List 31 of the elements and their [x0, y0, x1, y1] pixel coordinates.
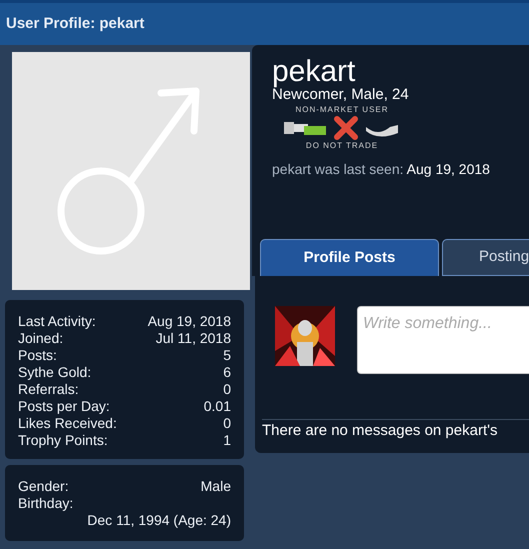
last-seen-text: pekart was last seen: Aug 19, 2018 [272, 160, 491, 179]
page-title: User Profile: pekart [6, 14, 144, 34]
badge-text: NON-MARKET USER [295, 105, 389, 115]
stat-value: 0.01 [204, 398, 231, 415]
stat-value: 0 [223, 415, 231, 432]
username: pekart [272, 57, 356, 87]
stat-value: Jul 11, 2018 [156, 330, 231, 347]
tab[interactable]: Profile Posts [260, 239, 439, 276]
stat-label: Joined: [18, 330, 64, 347]
stat-value: 0 [223, 381, 231, 398]
stat-value: 1 [223, 432, 231, 449]
stat-label: Posts per Day: [18, 398, 110, 415]
info-value: Dec 11, 1994 (Age: 24) [87, 512, 231, 529]
stat-label: Likes Received: [18, 415, 117, 432]
stat-label: Referrals: [18, 381, 79, 398]
info-label: Gender: [18, 478, 69, 495]
post-field[interactable]: Write something... [357, 306, 529, 374]
info-label: Birthday: [18, 495, 74, 512]
tab[interactable]: Posting [442, 239, 529, 276]
stat-label: Posts: [18, 347, 57, 364]
stat-label: Trophy Points: [18, 432, 108, 449]
stat-label: Sythe Gold: [18, 364, 92, 381]
cross-icon [334, 116, 358, 140]
stat-value: Aug 19, 2018 [148, 313, 231, 330]
user-title: Newcomer, Male, 24 [272, 87, 410, 103]
stat-label: Last Activity: [18, 313, 96, 330]
badge-text: DO NOT TRADE [306, 141, 378, 151]
stat-value: 5 [223, 347, 231, 364]
stat-value: 6 [223, 364, 231, 381]
info-value: Male [200, 478, 231, 495]
empty-message: There are no messages on pekart's [262, 421, 498, 441]
